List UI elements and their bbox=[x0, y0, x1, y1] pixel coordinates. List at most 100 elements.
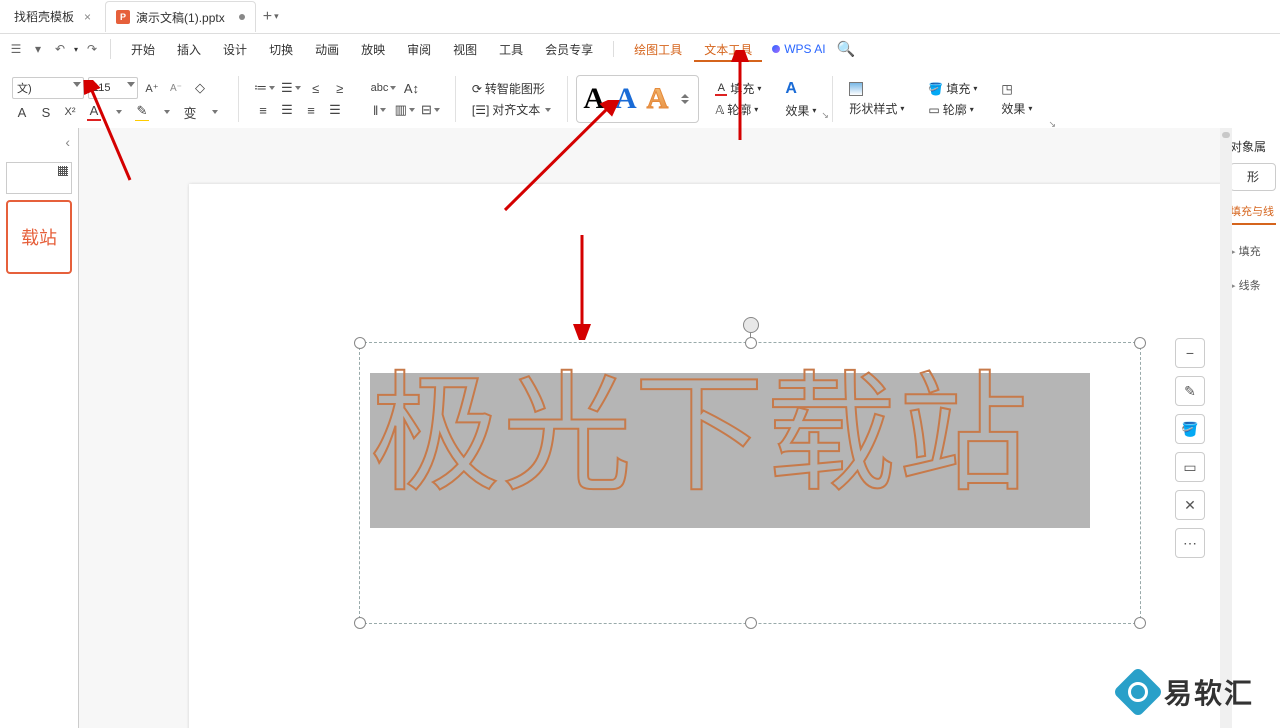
shape-outline-button[interactable]: ▭轮廓▾ bbox=[926, 101, 975, 118]
panel-fill-section[interactable]: 填充 bbox=[1230, 243, 1276, 259]
slide-thumb-2[interactable]: 载站 bbox=[6, 200, 72, 274]
vertical-align-button[interactable]: ⊟ bbox=[420, 101, 441, 119]
wps-ai-button[interactable]: WPS AI bbox=[764, 42, 833, 56]
shape-effect-group: ◳ 效果▾ bbox=[993, 71, 1040, 127]
text-fill-button[interactable]: A填充▾ bbox=[713, 80, 763, 97]
resize-handle-sw[interactable] bbox=[354, 617, 366, 629]
style-preset-2[interactable]: A bbox=[615, 82, 637, 116]
close-icon[interactable]: × bbox=[84, 10, 91, 24]
panel-shape-button[interactable]: 形 bbox=[1230, 163, 1276, 191]
shape-style-label[interactable]: 形状样式▾ bbox=[847, 100, 906, 117]
text-direction-button[interactable]: abc bbox=[370, 79, 398, 97]
highlight-button[interactable]: ✎ bbox=[132, 103, 152, 121]
menu-design[interactable]: 设计 bbox=[213, 37, 257, 62]
resize-handle-nw[interactable] bbox=[354, 337, 366, 349]
dialog-launcher-icon[interactable]: ↘ bbox=[821, 110, 831, 120]
file-menu-icon[interactable]: ☰ bbox=[8, 41, 24, 57]
text-effects-group: A填充▾ 𝔸轮廓▾ bbox=[707, 71, 769, 127]
resize-handle-s[interactable] bbox=[745, 617, 757, 629]
menu-view[interactable]: 视图 bbox=[443, 37, 487, 62]
tab-template[interactable]: 找稻壳模板 × bbox=[4, 2, 101, 32]
font-name-select[interactable]: 文) bbox=[12, 77, 84, 99]
text-outline-button[interactable]: 𝔸轮廓▾ bbox=[713, 101, 760, 118]
panel-line-section[interactable]: 线条 bbox=[1230, 277, 1276, 293]
shape-style-button[interactable] bbox=[847, 82, 865, 96]
search-icon[interactable]: 🔍 bbox=[836, 40, 857, 58]
qr-icon bbox=[58, 166, 68, 176]
shape-preview-icon bbox=[849, 82, 863, 96]
resize-handle-n[interactable] bbox=[745, 337, 757, 349]
line-spacing-button[interactable]: ‖ bbox=[370, 101, 390, 119]
minus-button[interactable]: − bbox=[1175, 338, 1205, 368]
slide-thumb-1[interactable] bbox=[6, 162, 72, 194]
menu-insert[interactable]: 插入 bbox=[167, 37, 211, 62]
numbering-button[interactable]: ☰ bbox=[280, 79, 302, 97]
style-preset-3[interactable]: A bbox=[647, 82, 669, 116]
increase-indent-button[interactable]: ≥ bbox=[330, 79, 350, 97]
shape-fill-button[interactable]: 🪣填充▾ bbox=[926, 80, 979, 97]
align-right-button[interactable]: ≡ bbox=[301, 101, 321, 119]
text-effect-button[interactable]: 效果▾ bbox=[783, 102, 818, 119]
shape-effect-button[interactable]: 效果▾ bbox=[999, 100, 1034, 117]
menu-member[interactable]: 会员专享 bbox=[535, 37, 603, 62]
menu-animation[interactable]: 动画 bbox=[305, 37, 349, 62]
watermark-logo-icon bbox=[1113, 667, 1164, 718]
style-preset-1[interactable]: A bbox=[583, 82, 605, 116]
font-group: 文) 115 A⁺ A⁻ ◇ A S X² A ✎ 变 bbox=[6, 71, 230, 127]
text-a-effect[interactable]: A bbox=[783, 80, 799, 98]
slide-canvas-area[interactable]: 极光下载站 − ✎ 🪣 ▭ ✕ ⋯ bbox=[79, 128, 1225, 728]
menu-start[interactable]: 开始 bbox=[121, 37, 165, 62]
wordart-text[interactable]: 极光下载站 bbox=[370, 363, 1030, 506]
clear-format-button[interactable]: ◇ bbox=[190, 79, 210, 97]
increase-font-button[interactable]: A⁺ bbox=[142, 79, 162, 97]
decrease-font-button[interactable]: A⁻ bbox=[166, 79, 186, 97]
align-text-button[interactable]: [☰]对齐文本 bbox=[470, 101, 553, 118]
font-a-button[interactable]: A bbox=[12, 103, 32, 121]
shape-fill-group: 🪣填充▾ ▭轮廓▾ bbox=[920, 71, 985, 127]
menu-review[interactable]: 审阅 bbox=[397, 37, 441, 62]
resize-handle-ne[interactable] bbox=[1134, 337, 1146, 349]
align-center-button[interactable]: ☰ bbox=[277, 101, 297, 119]
shape-cube-icon[interactable]: ◳ bbox=[999, 82, 1014, 96]
bullets-button[interactable]: ≔ bbox=[253, 79, 276, 97]
change-case-button[interactable]: 变 bbox=[180, 103, 200, 121]
slide[interactable]: 极光下载站 bbox=[189, 184, 1225, 728]
superscript-button[interactable]: X² bbox=[60, 103, 80, 121]
menu-drawtools[interactable]: 绘图工具 bbox=[624, 37, 692, 62]
menu-slideshow[interactable]: 放映 bbox=[351, 37, 395, 62]
align-left-button[interactable]: ≡ bbox=[253, 101, 273, 119]
convert-smartart-button[interactable]: ⟳转智能图形 bbox=[470, 80, 553, 97]
column-button[interactable]: ▥ bbox=[394, 101, 416, 119]
add-tab-button[interactable]: +▾ bbox=[260, 6, 282, 28]
menu-texttools[interactable]: 文本工具 bbox=[694, 37, 762, 62]
tab-document-active[interactable]: P 演示文稿(1).pptx bbox=[105, 1, 256, 32]
tools-button[interactable]: ✕ bbox=[1175, 490, 1205, 520]
scrollbar-vertical[interactable] bbox=[1220, 128, 1232, 728]
text-box[interactable]: 极光下载站 bbox=[359, 342, 1141, 624]
more-button[interactable]: ⋯ bbox=[1175, 528, 1205, 558]
decrease-indent-button[interactable]: ≤ bbox=[306, 79, 326, 97]
menu-tools[interactable]: 工具 bbox=[489, 37, 533, 62]
object-properties-panel: 对象属 形 填充与线 填充 线条 bbox=[1225, 128, 1280, 728]
redo-icon[interactable]: ↷ bbox=[84, 41, 100, 57]
collapse-panel-icon[interactable]: ‹ bbox=[65, 134, 70, 150]
scroll-thumb[interactable] bbox=[1222, 132, 1230, 138]
justify-button[interactable]: ☰ bbox=[325, 101, 345, 119]
panel-tab-fill[interactable]: 填充与线 bbox=[1230, 203, 1276, 225]
pencil-button[interactable]: ✎ bbox=[1175, 376, 1205, 406]
gallery-expand-button[interactable] bbox=[678, 94, 692, 104]
text-orient-button[interactable]: A↕ bbox=[401, 79, 421, 97]
format-button[interactable]: 🪣 bbox=[1175, 414, 1205, 444]
rotate-handle[interactable] bbox=[743, 317, 759, 333]
undo-icon[interactable]: ↶ bbox=[52, 41, 68, 57]
text-style-gallery[interactable]: A A A bbox=[576, 75, 699, 123]
font-color-button[interactable]: A bbox=[84, 103, 104, 121]
layout-button[interactable]: ▭ bbox=[1175, 452, 1205, 482]
resize-handle-se[interactable] bbox=[1134, 617, 1146, 629]
save-icon[interactable]: ▾ bbox=[30, 41, 46, 57]
font-size-select[interactable]: 115 bbox=[88, 77, 138, 99]
menu-transition[interactable]: 切换 bbox=[259, 37, 303, 62]
quick-access-toolbar: ☰ ▾ ↶ ▾ ↷ bbox=[8, 39, 111, 59]
tab-bar: 找稻壳模板 × P 演示文稿(1).pptx +▾ bbox=[0, 0, 1280, 34]
strikethrough-button[interactable]: S bbox=[36, 103, 56, 121]
